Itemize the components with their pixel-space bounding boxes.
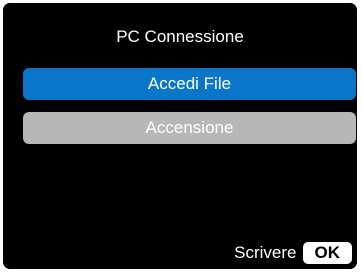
menu-item-accensione[interactable]: Accensione xyxy=(23,112,356,144)
screen-title: PC Connessione xyxy=(116,27,244,46)
footer-action-label: Scrivere xyxy=(234,243,297,262)
footer-hint: Scrivere OK xyxy=(234,242,352,264)
dashcam-screen: PC Connessione Accedi File Accensione Sc… xyxy=(3,3,357,269)
menu-item-accedi-file[interactable]: Accedi File xyxy=(23,68,356,100)
ok-button[interactable]: OK xyxy=(302,242,352,264)
